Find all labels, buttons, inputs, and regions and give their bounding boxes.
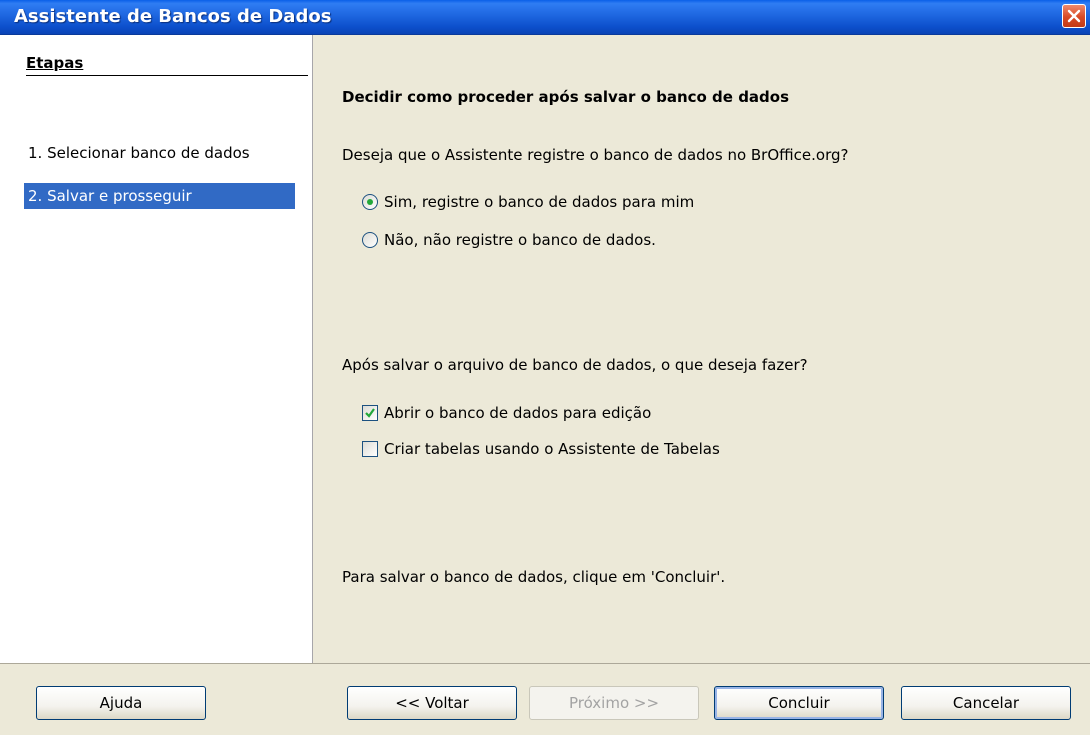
title-bar[interactable]: Assistente de Bancos de Dados — [0, 0, 1090, 35]
database-wizard-window: Assistente de Bancos de Dados Etapas 1. … — [0, 0, 1090, 735]
radio-register-no[interactable]: Não, não registre o banco de dados. — [362, 229, 656, 251]
checkbox-open-label: Abrir o banco de dados para edição — [384, 404, 652, 422]
checkmark-icon — [365, 408, 375, 418]
radio-button-checked[interactable] — [362, 194, 378, 210]
window-title: Assistente de Bancos de Dados — [14, 6, 332, 27]
steps-title: Etapas — [26, 54, 308, 76]
after-save-question: Após salvar o arquivo de banco de dados,… — [342, 356, 808, 374]
checkbox[interactable] — [362, 441, 378, 457]
close-button[interactable] — [1062, 4, 1086, 28]
finish-button[interactable]: Concluir — [714, 686, 884, 720]
checkbox-checked[interactable] — [362, 405, 378, 421]
cancel-button[interactable]: Cancelar — [901, 686, 1071, 720]
finish-hint: Para salvar o banco de dados, clique em … — [342, 568, 726, 586]
next-button[interactable]: Próximo >> — [529, 686, 699, 720]
checkbox-open-for-editing[interactable]: Abrir o banco de dados para edição — [362, 402, 651, 424]
step-save-and-proceed[interactable]: 2. Salvar e prosseguir — [24, 183, 295, 209]
checkbox-create-tables[interactable]: Criar tabelas usando o Assistente de Tab… — [362, 438, 720, 460]
radio-register-no-label: Não, não registre o banco de dados. — [384, 231, 656, 249]
page-heading: Decidir como proceder após salvar o banc… — [342, 88, 790, 106]
help-button[interactable]: Ajuda — [36, 686, 206, 720]
radio-register-yes-label: Sim, registre o banco de dados para mim — [384, 193, 695, 211]
steps-panel — [0, 35, 313, 663]
checkbox-create-tables-label: Criar tabelas usando o Assistente de Tab… — [384, 440, 720, 458]
radio-button[interactable] — [362, 232, 378, 248]
step-select-database[interactable]: 1. Selecionar banco de dados — [24, 140, 295, 166]
footer-divider — [0, 663, 1090, 664]
register-question: Deseja que o Assistente registre o banco… — [342, 146, 849, 164]
back-button[interactable]: << Voltar — [347, 686, 517, 720]
radio-register-yes[interactable]: Sim, registre o banco de dados para mim — [362, 191, 694, 213]
